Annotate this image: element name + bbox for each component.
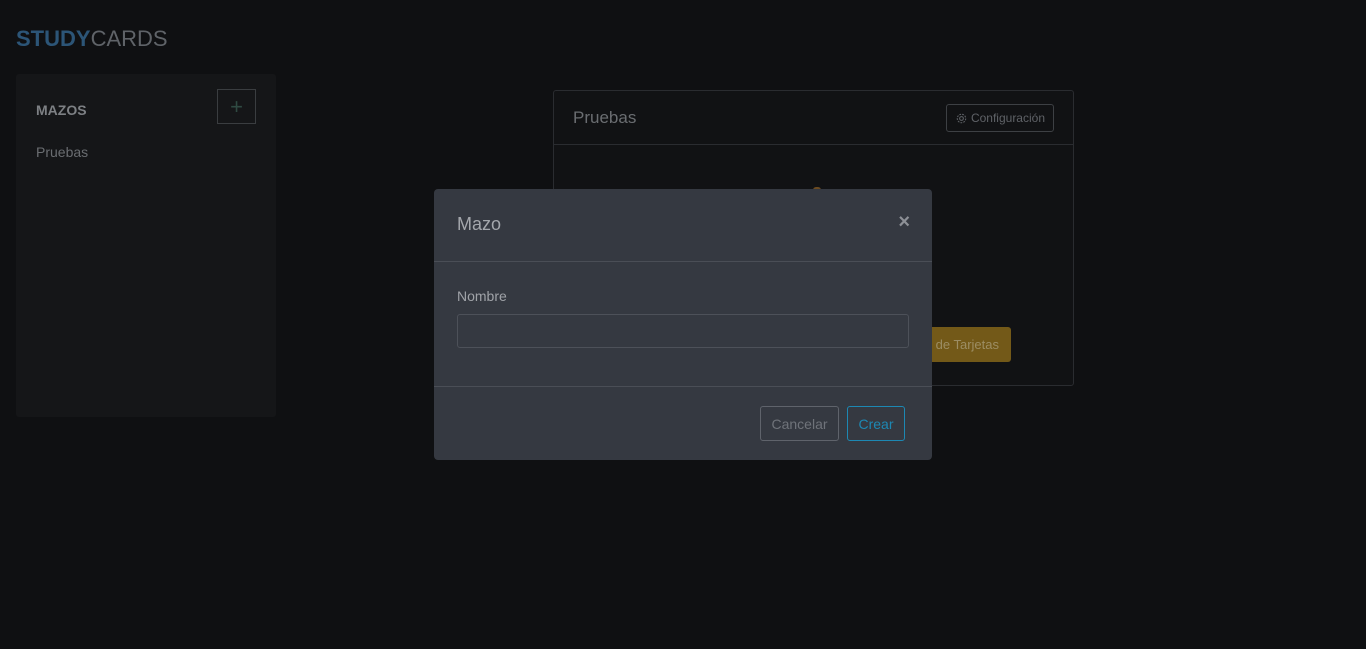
deck-modal: Mazo × Nombre Cancelar Crear [434, 189, 932, 460]
sidebar: MAZOS + Pruebas [16, 74, 276, 417]
name-input[interactable] [457, 314, 909, 348]
logo-light: CARDS [90, 26, 168, 51]
deck-card-header: Pruebas Configuración [554, 91, 1073, 145]
sidebar-title: MAZOS [36, 102, 87, 118]
sidebar-item-pruebas[interactable]: Pruebas [36, 144, 88, 160]
deck-title: Pruebas [573, 108, 637, 127]
modal-title: Mazo [457, 214, 502, 234]
logo-bold: STUDY [16, 26, 91, 51]
config-label: Configuración [970, 111, 1045, 125]
modal-header: Mazo × [434, 189, 932, 262]
name-label: Nombre [457, 288, 507, 304]
modal-body: Nombre [434, 262, 932, 387]
cards-button-label: de Tarjetas [935, 337, 999, 352]
gear-icon [956, 113, 967, 123]
cancel-button[interactable]: Cancelar [760, 406, 839, 441]
plus-icon: + [230, 93, 243, 119]
add-deck-button[interactable]: + [217, 89, 256, 124]
create-button[interactable]: Crear [847, 406, 905, 441]
app-logo[interactable]: STUDYCARDS [16, 26, 168, 52]
config-button[interactable]: Configuración [945, 104, 1054, 132]
close-icon[interactable]: × [898, 211, 910, 234]
